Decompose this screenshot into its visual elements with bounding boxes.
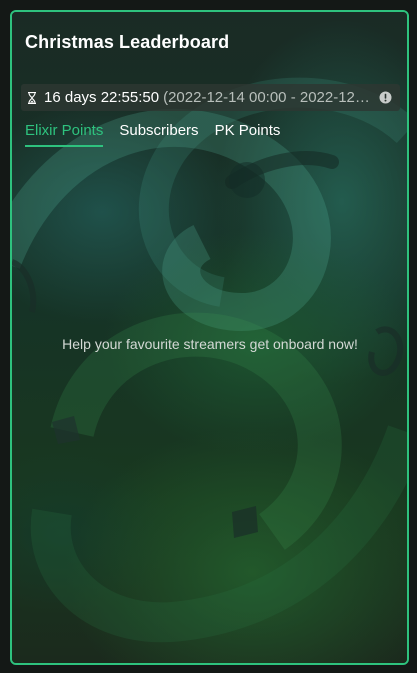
- tab-elixir-points[interactable]: Elixir Points: [25, 122, 104, 147]
- tab-subscribers[interactable]: Subscribers: [119, 122, 198, 147]
- info-icon[interactable]: [379, 91, 392, 104]
- leaderboard-title: Christmas Leaderboard: [25, 32, 230, 52]
- empty-state-message: Help your favourite streamers get onboar…: [62, 336, 358, 352]
- hourglass-icon: [27, 91, 37, 104]
- countdown-text: 16 days 22:55:50: [44, 89, 160, 106]
- leaderboard-panel: Christmas Leaderboard 16 days 22:55:50 (…: [10, 10, 409, 665]
- page: Christmas Leaderboard 16 days 22:55:50 (…: [0, 0, 417, 673]
- tab-pk-points[interactable]: PK Points: [215, 122, 281, 147]
- date-range-text: (2022-12-14 00:00 - 2022-12-31 23:59): [163, 89, 373, 106]
- leaderboard-tabs: Elixir Points Subscribers PK Points: [25, 122, 296, 147]
- event-timer: 16 days 22:55:50 (2022-12-14 00:00 - 202…: [21, 84, 400, 111]
